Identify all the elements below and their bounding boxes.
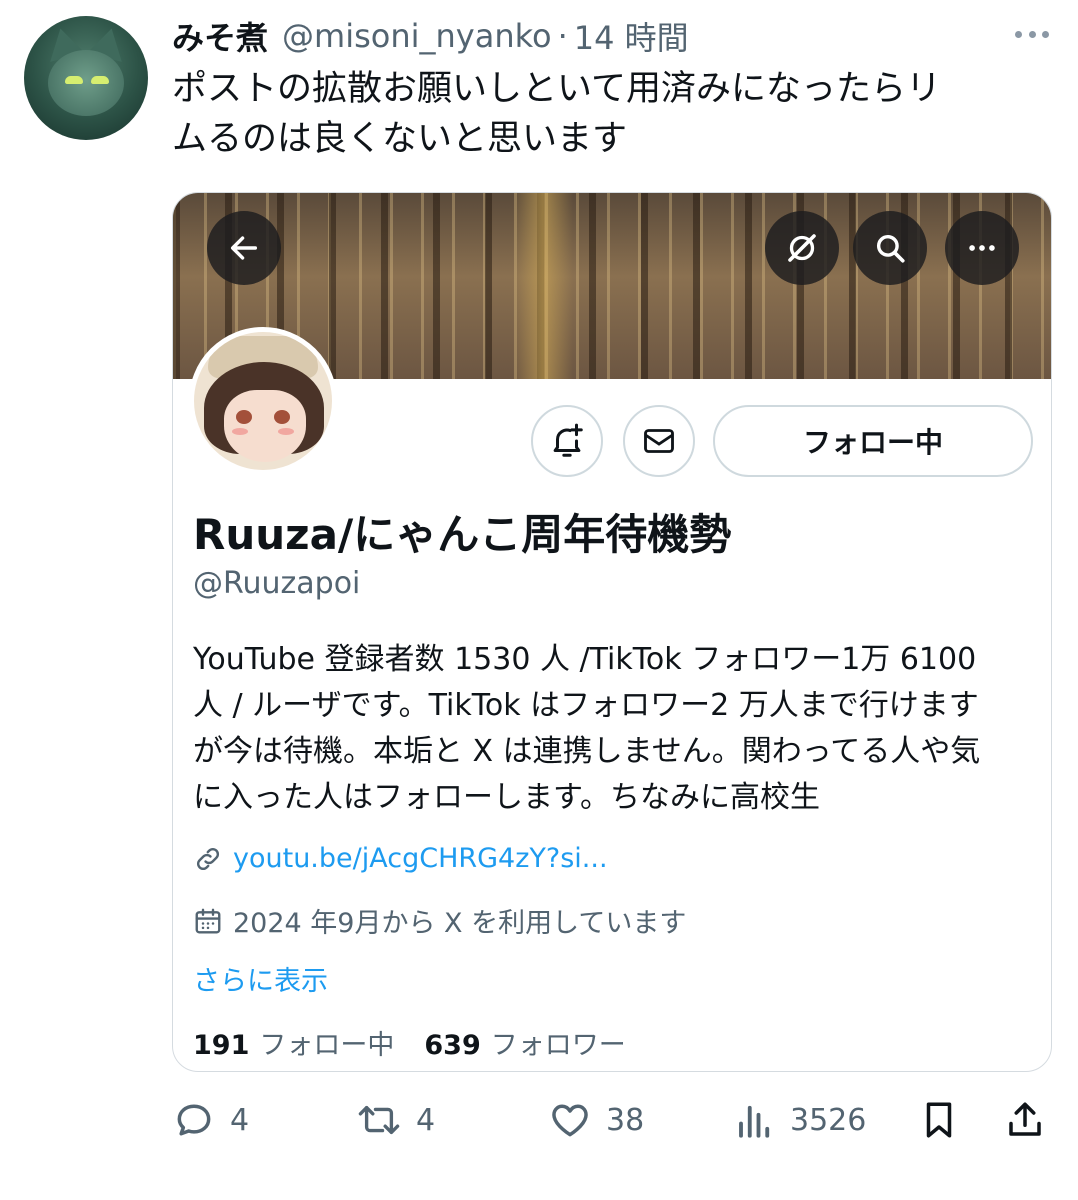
show-more-link: さらに表示 [193,966,328,997]
profile-display-name: Ruuza/にゃんこ周年待機勢 [193,510,732,559]
followers-label: フォロワー [490,1030,626,1061]
author-avatar[interactable] [24,16,148,140]
reply-count: 4 [230,1102,250,1138]
more-circle-icon [945,211,1019,285]
tweet-header: みそ煮 @misoni_nyanko · 14 時間 [172,14,689,58]
profile-avatar [189,327,337,475]
views-count: 3526 [790,1102,867,1138]
following-button: フォロー中 [713,405,1033,477]
share-icon [1009,1102,1041,1136]
link-icon [196,847,220,870]
retweet-count: 4 [416,1102,436,1138]
like-count: 38 [606,1102,645,1138]
views-button[interactable]: 3526 [734,1090,866,1150]
retweet-icon [358,1105,400,1135]
reply-icon [177,1104,211,1136]
reply-button[interactable]: 4 [172,1090,249,1150]
tweet-action-bar: 4 4 38 3526 [0,1090,1078,1150]
like-icon [552,1104,588,1137]
tweet-timestamp[interactable]: 14 時間 [574,13,689,59]
author-handle[interactable]: @misoni_nyanko [282,17,552,55]
tweet-text: ポストの拡散お願いしといて用済みになったらリ ムるのは良くないと思います [172,69,941,159]
header-separator: · [557,17,568,55]
avatar-eye-left [236,410,252,424]
profile-handle: @Ruuzapoi [193,566,361,601]
retweet-button[interactable]: 4 [356,1090,435,1150]
profile-bio: YouTube 登録者数 1530 人 /TikTok フォロワー1万 6100… [193,642,981,815]
follow-stats: 191 フォロー中 639 フォロワー [193,1023,656,1062]
following-count: 191 [193,1030,250,1061]
avatar-face [48,50,124,116]
calendar-icon [195,908,221,933]
followers-count: 639 [424,1030,481,1061]
author-name[interactable]: みそ煮 [172,13,268,59]
attached-image-profile-card[interactable]: フォロー中 Ruuza/にゃんこ周年待機勢 @Ruuzapoi YouTube … [172,192,1052,1072]
bookmark-button[interactable] [918,1090,960,1150]
profile-link-text: youtu.be/jAcgCHRG4zY?si... [233,843,608,874]
profile-joined-text: 2024 年9月から X を利用しています [233,908,687,939]
avatar-eye-left [65,76,83,84]
views-icon [739,1105,770,1138]
avatar-skin [224,390,306,462]
following-label: フォロー中 [259,1030,395,1061]
mail-icon [623,405,695,477]
like-button[interactable]: 38 [548,1090,644,1150]
grok-icon [765,211,839,285]
profile-link: youtu.be/jAcgCHRG4zY?si... [193,843,608,874]
bookmark-icon [926,1102,952,1138]
avatar-eye-right [274,410,290,424]
more-horizontal-icon[interactable] [1012,22,1052,46]
back-arrow-icon [207,211,281,285]
search-icon [853,211,927,285]
profile-joined: 2024 年9月から X を利用しています [193,901,686,940]
avatar-blush-left [232,428,248,435]
share-button[interactable] [1004,1090,1046,1150]
avatar-blush-right [278,428,294,435]
bell-plus-icon [531,405,603,477]
avatar-eye-right [91,76,109,84]
